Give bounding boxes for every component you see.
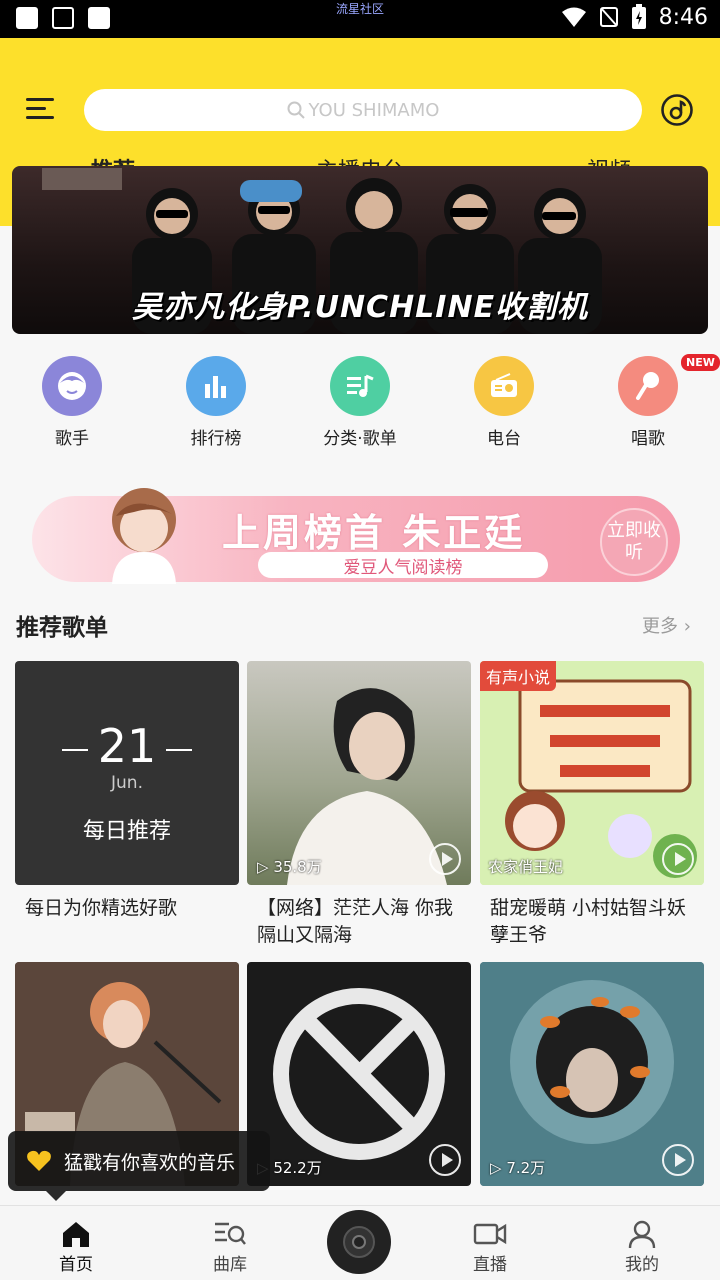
playlist-cover: ▷ 7.2万 — [480, 962, 704, 1186]
radio-icon — [474, 356, 534, 416]
library-search-icon — [215, 1222, 246, 1245]
tab-label: 我的 — [625, 1255, 659, 1275]
tab-library[interactable]: 曲库 — [180, 1218, 280, 1275]
playlist-card[interactable]: ▷ 35.8万 【网络】茫茫人海 你我隔山又隔海 — [247, 661, 471, 949]
no-sim-icon — [599, 7, 618, 27]
microphone-icon — [618, 356, 678, 416]
vinyl-disc-icon — [343, 1226, 375, 1258]
tab-live[interactable]: 直播 — [440, 1218, 540, 1275]
daily-day: 21 — [97, 719, 157, 773]
playlist-caption: 甜宠暖萌 小村姑智斗妖孽王爷 — [490, 897, 687, 946]
playlist-card[interactable]: ▷ 52.2万 — [247, 962, 471, 1196]
tooltip-toast: 猛戳有你喜欢的音乐 — [8, 1131, 270, 1201]
play-count: ▷ 35.8万 — [257, 858, 322, 876]
playlist-icon — [330, 356, 390, 416]
promo-title: 上周榜首 朱正廷 — [222, 511, 526, 555]
entry-singers[interactable]: 歌手 — [12, 354, 132, 449]
daily-month: Jun. — [111, 773, 143, 793]
audio-novel-tag: 有声小说 — [480, 661, 557, 691]
hero-banner[interactable]: 吴亦凡化身P.UNCHLINE收割机 — [12, 166, 708, 334]
play-icon[interactable] — [662, 1144, 694, 1176]
search-bar[interactable]: YOU SHIMAMO — [84, 89, 642, 131]
heart-icon — [27, 1150, 51, 1171]
playlist-caption: 【网络】茫茫人海 你我隔山又隔海 — [257, 897, 454, 946]
playlist-card[interactable]: ▷ 7.2万 — [480, 962, 704, 1196]
play-icon[interactable] — [662, 843, 694, 875]
tab-label: 首页 — [59, 1255, 93, 1275]
entry-label: 歌手 — [55, 429, 89, 449]
entry-radio[interactable]: 电台 — [444, 354, 564, 449]
play-count: ▷ 7.2万 — [490, 1159, 546, 1177]
new-badge: NEW — [681, 354, 720, 371]
battery-icon — [631, 4, 646, 29]
quick-entries: 歌手 排行榜 分类·歌单 电台 唱歌 NEW — [0, 354, 720, 454]
status-bar: 流星社区 8:46 — [0, 0, 720, 38]
more-link[interactable]: 更多 › — [642, 612, 691, 638]
toast-text: 猛戳有你喜欢的音乐 — [64, 1151, 236, 1174]
tab-label: 曲库 — [213, 1255, 247, 1275]
player-disc-button[interactable] — [327, 1210, 391, 1274]
more-label: 更多 — [642, 616, 678, 637]
app-screen: 流星社区 8:46 YOU SHIMAMO 推荐 主播电台 视频 — [0, 0, 720, 1280]
search-icon — [287, 101, 305, 119]
playlist-card[interactable]: 有声小说 农家俏王妃 甜宠暖萌 小村姑智斗妖孽王爷 — [480, 661, 704, 949]
playlist-cover: 有声小说 农家俏王妃 — [480, 661, 704, 885]
tab-label: 直播 — [473, 1255, 507, 1275]
bottom-tab-bar: 首页 曲库 直播 我的 — [0, 1205, 720, 1280]
menu-icon[interactable] — [26, 98, 54, 122]
playlist-caption: 每日为你精选好歌 — [25, 897, 178, 919]
entry-label: 排行榜 — [190, 429, 242, 449]
chart-bars-icon — [186, 356, 246, 416]
daily-cover: 21 Jun. 每日推荐 — [15, 661, 239, 885]
search-placeholder: YOU SHIMAMO — [308, 99, 440, 121]
singer-icon — [42, 356, 102, 416]
play-icon[interactable] — [429, 1144, 461, 1176]
listen-now-button[interactable]: 立即收听 — [600, 508, 668, 576]
playlist-cover: ▷ 52.2万 — [247, 962, 471, 1186]
home-icon — [63, 1222, 89, 1247]
entry-label: 唱歌 — [631, 429, 665, 449]
tab-home[interactable]: 首页 — [26, 1218, 126, 1275]
tab-profile[interactable]: 我的 — [592, 1218, 692, 1275]
section-title: 推荐歌单 — [16, 615, 108, 641]
banner-headline: 吴亦凡化身P.UNCHLINE收割机 — [131, 290, 589, 325]
playlist-cover: ▷ 35.8万 — [247, 661, 471, 885]
promo-avatar-image — [112, 488, 176, 584]
entry-label: 分类·歌单 — [323, 429, 397, 449]
entry-categories[interactable]: 分类·歌单 — [300, 354, 420, 449]
wifi-icon — [561, 7, 586, 27]
promo-banner[interactable]: 上周榜首 朱正廷 爱豆人气阅读榜 立即收听 — [22, 478, 682, 588]
video-camera-icon — [473, 1223, 507, 1245]
play-icon[interactable] — [429, 843, 461, 875]
chevron-right-icon: › — [683, 616, 691, 637]
clock: 8:46 — [658, 4, 708, 30]
now-playing-icon[interactable] — [660, 93, 694, 127]
entry-label: 电台 — [487, 429, 521, 449]
daily-label: 每日推荐 — [82, 819, 171, 844]
cover-subtitle: 农家俏王妃 — [488, 858, 564, 876]
user-icon — [628, 1220, 656, 1249]
playlist-card[interactable]: 21 Jun. 每日推荐 每日为你精选好歌 — [15, 661, 239, 922]
entry-charts[interactable]: 排行榜 — [156, 354, 276, 449]
promo-subtitle: 爱豆人气阅读榜 — [258, 552, 548, 578]
